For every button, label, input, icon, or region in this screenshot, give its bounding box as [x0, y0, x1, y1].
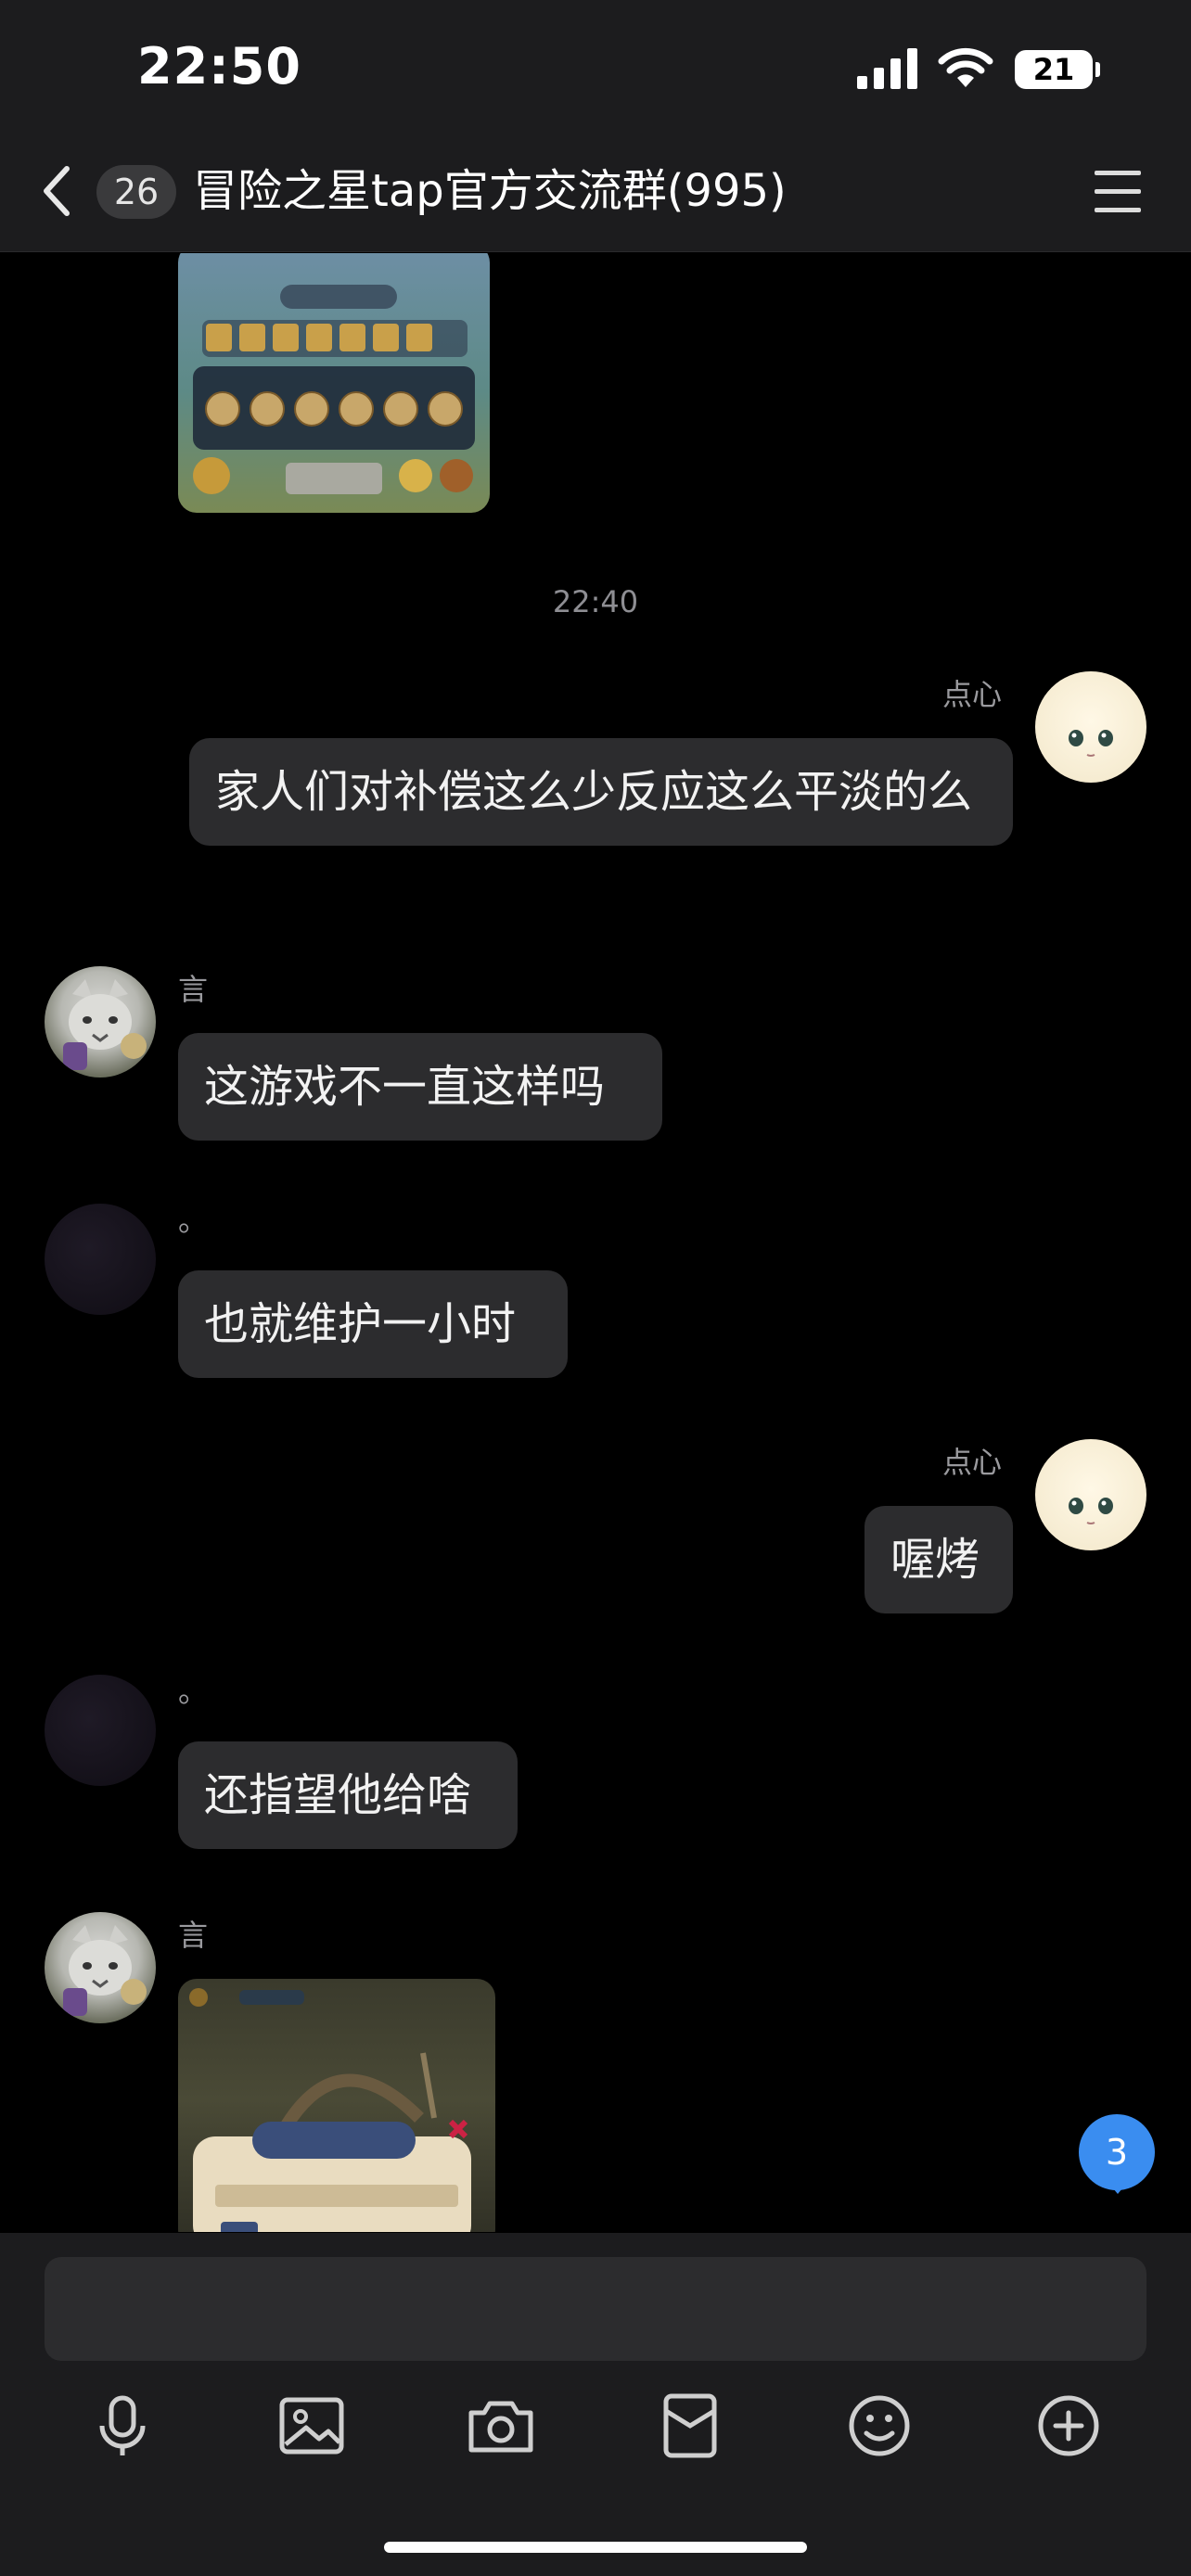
game-screenshot-image	[193, 285, 475, 494]
cellular-signal-icon	[857, 48, 917, 89]
image-icon[interactable]	[275, 2389, 349, 2463]
camera-icon[interactable]	[464, 2389, 538, 2463]
avatar[interactable]	[45, 1204, 156, 1315]
sender-name: 言	[178, 972, 209, 1007]
input-bar	[0, 2233, 1191, 2576]
message-input[interactable]	[45, 2257, 1146, 2361]
plus-icon[interactable]	[1031, 2389, 1106, 2463]
avatar[interactable]	[45, 1912, 156, 2023]
menu-icon[interactable]	[1095, 171, 1143, 213]
wifi-icon	[938, 47, 993, 87]
new-messages-badge[interactable]: 3	[1079, 2114, 1155, 2194]
game-screenshot-image	[189, 1988, 471, 2232]
cartoon-face-icon	[1069, 730, 1113, 757]
microphone-icon[interactable]	[85, 2389, 160, 2463]
battery-icon: 21	[1015, 50, 1100, 89]
cat-photo-icon	[63, 1925, 147, 2016]
avatar[interactable]	[45, 1675, 156, 1786]
message-bubble[interactable]: 这游戏不一直这样吗	[178, 1033, 662, 1141]
avatar[interactable]	[45, 966, 156, 1078]
sender-name: 。	[178, 1674, 209, 1709]
cat-photo-icon	[63, 979, 147, 1070]
sender-name: 言	[178, 1918, 209, 1953]
avatar[interactable]	[1035, 671, 1146, 783]
sender-name: 点心	[942, 1445, 1003, 1480]
group-title: 冒险之星tap官方交流群(995)	[193, 165, 787, 217]
chat-area[interactable]: 22:40 点心 家人们对补偿这么少反应这么平淡的么 言 这游戏不一直这样吗 。…	[0, 253, 1191, 2232]
emoji-icon[interactable]	[842, 2389, 916, 2463]
sender-name: 。	[178, 1203, 209, 1238]
unread-conversations-badge[interactable]: 26	[96, 165, 176, 219]
image-message[interactable]	[178, 1979, 495, 2232]
message-bubble[interactable]: 也就维护一小时	[178, 1270, 568, 1378]
message-bubble[interactable]: 还指望他给啥	[178, 1741, 518, 1849]
timestamp-divider: 22:40	[552, 584, 639, 619]
avatar[interactable]	[1035, 1439, 1146, 1550]
image-message[interactable]	[178, 253, 490, 513]
message-bubble[interactable]: 家人们对补偿这么少反应这么平淡的么	[189, 738, 1013, 846]
sender-name: 点心	[942, 677, 1003, 712]
back-arrow-icon[interactable]	[37, 163, 78, 219]
top-bar: 22:50 21 26 冒险之星tap官方交流群(995)	[0, 0, 1191, 252]
status-time: 22:50	[137, 37, 301, 96]
home-indicator[interactable]	[384, 2542, 807, 2553]
battery-level: 21	[1015, 50, 1093, 89]
cartoon-face-icon	[1069, 1498, 1113, 1524]
red-packet-icon[interactable]	[653, 2389, 727, 2463]
message-bubble[interactable]: 喔烤	[864, 1506, 1013, 1613]
